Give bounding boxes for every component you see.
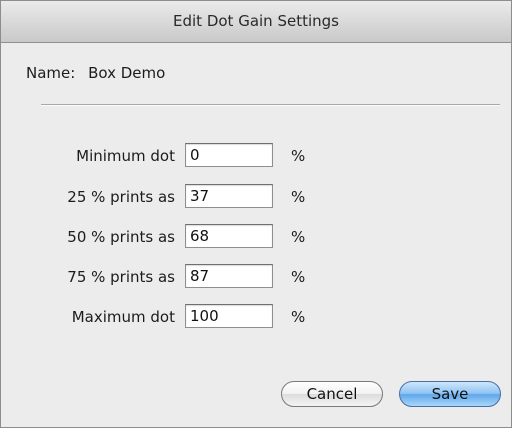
minimum-dot-field[interactable]: 0 xyxy=(185,143,273,167)
maximum-dot-row: Maximum dot 100 % xyxy=(1,304,513,330)
name-value: Box Demo xyxy=(88,64,166,82)
save-button[interactable]: Save xyxy=(399,381,501,407)
percent-unit: % xyxy=(291,228,306,246)
prints-25-row: 25 % prints as 37 % xyxy=(1,184,513,210)
prints-75-label: 75 % prints as xyxy=(67,268,175,286)
title-bar[interactable]: Edit Dot Gain Settings xyxy=(1,1,511,43)
prints-25-field[interactable]: 37 xyxy=(185,184,273,208)
cancel-button[interactable]: Cancel xyxy=(281,381,383,407)
percent-unit: % xyxy=(291,268,306,286)
prints-50-field[interactable]: 68 xyxy=(185,224,273,248)
prints-50-row: 50 % prints as 68 % xyxy=(1,224,513,250)
percent-unit: % xyxy=(291,188,306,206)
prints-25-label: 25 % prints as xyxy=(67,188,175,206)
minimum-dot-label: Minimum dot xyxy=(76,147,175,165)
prints-75-field[interactable]: 87 xyxy=(185,264,273,288)
divider xyxy=(41,104,500,106)
dialog-title: Edit Dot Gain Settings xyxy=(173,12,339,30)
minimum-dot-row: Minimum dot 0 % xyxy=(1,143,513,169)
maximum-dot-label: Maximum dot xyxy=(71,308,175,326)
percent-unit: % xyxy=(291,308,306,326)
percent-unit: % xyxy=(291,147,306,165)
dialog-window: Edit Dot Gain Settings Name: Box Demo Mi… xyxy=(0,0,512,428)
name-label: Name: xyxy=(26,64,76,82)
prints-50-label: 50 % prints as xyxy=(67,228,175,246)
name-row: Name: Box Demo xyxy=(26,64,165,82)
prints-75-row: 75 % prints as 87 % xyxy=(1,264,513,290)
maximum-dot-field[interactable]: 100 xyxy=(185,304,273,328)
